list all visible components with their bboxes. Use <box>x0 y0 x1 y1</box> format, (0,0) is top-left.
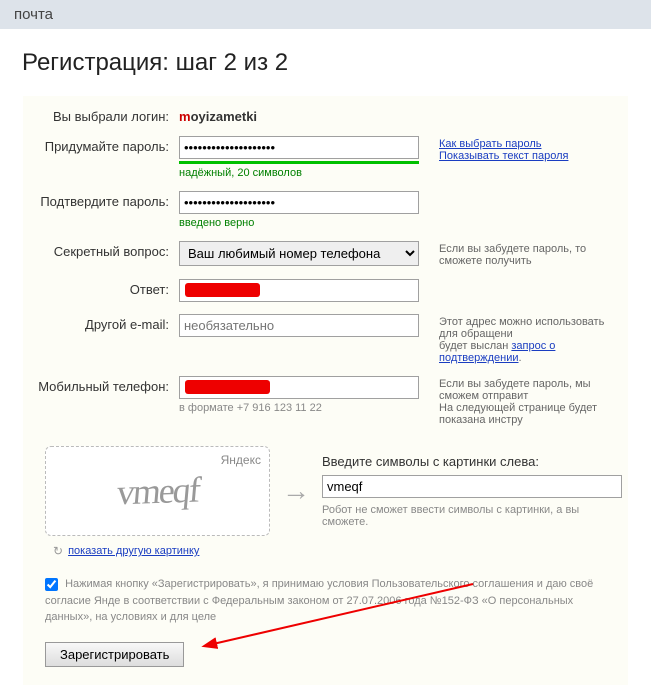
answer-redacted <box>185 283 260 297</box>
agreement-text: Нажимая кнопку «Зарегистрировать», я при… <box>45 578 593 623</box>
confirm-input[interactable] <box>179 191 419 214</box>
content: Регистрация: шаг 2 из 2 Вы выбрали логин… <box>0 29 651 696</box>
refresh-icon: ↻ <box>53 544 63 558</box>
phone-redacted <box>185 380 270 394</box>
login-row: Вы выбрали логин: moyizametki <box>23 106 628 124</box>
agreement-row: Нажимая кнопку «Зарегистрировать», я при… <box>23 568 628 626</box>
phone-row: Мобильный телефон: в формате +7 916 123 … <box>23 376 628 426</box>
password-label: Придумайте пароль: <box>29 136 179 154</box>
captcha-refresh-link[interactable]: показать другую картинку <box>68 545 199 557</box>
email-input[interactable] <box>179 314 419 337</box>
captcha-image: Яндекс vmeqf <box>45 446 270 536</box>
email-label: Другой e-mail: <box>29 314 179 332</box>
how-choose-password-link[interactable]: Как выбрать пароль <box>439 138 541 150</box>
captcha-input[interactable] <box>322 475 622 498</box>
show-password-link[interactable]: Показывать текст пароля <box>439 150 568 162</box>
question-row: Секретный вопрос: Ваш любимый номер теле… <box>23 241 628 267</box>
email-side-1: Этот адрес можно использовать для обраще… <box>439 316 604 340</box>
confirm-hint: введено верно <box>179 217 429 229</box>
arrow-right-icon: → <box>282 475 310 507</box>
registration-form: Вы выбрали логин: moyizametki Придумайте… <box>22 95 629 686</box>
top-bar: почта <box>0 0 651 29</box>
captcha-label: Введите символы с картинки слева: <box>322 454 622 469</box>
answer-label: Ответ: <box>29 279 179 297</box>
answer-row: Ответ: <box>23 279 628 302</box>
confirm-row: Подтвердите пароль: введено верно <box>23 191 628 229</box>
captcha-robot-text: Робот не сможет ввести символы с картинк… <box>322 504 622 528</box>
confirm-label: Подтвердите пароль: <box>29 191 179 209</box>
login-value: moyizametki <box>179 106 429 124</box>
question-side: Если вы забудете пароль, то сможете полу… <box>429 241 622 267</box>
topbar-label: почта <box>14 6 53 23</box>
email-side-2a: будет выслан <box>439 340 511 352</box>
email-row: Другой e-mail: Этот адрес можно использо… <box>23 314 628 364</box>
password-strength-bar <box>179 161 419 164</box>
agreement-checkbox[interactable] <box>45 578 58 591</box>
phone-side-2: На следующей странице будет показана инс… <box>439 402 597 426</box>
password-input[interactable] <box>179 136 419 159</box>
phone-label: Мобильный телефон: <box>29 376 179 394</box>
captcha-brand: Яндекс <box>221 453 261 467</box>
page-title: Регистрация: шаг 2 из 2 <box>22 49 629 77</box>
phone-side-1: Если вы забудете пароль, мы сможем отпра… <box>439 378 591 402</box>
password-hint: надёжный, 20 символов <box>179 167 429 179</box>
submit-row: Зарегистрировать <box>23 626 628 671</box>
question-label: Секретный вопрос: <box>29 241 179 259</box>
login-label: Вы выбрали логин: <box>29 106 179 124</box>
phone-hint: в формате +7 916 123 11 22 <box>179 402 429 414</box>
captcha-block: Яндекс vmeqf → Введите символы с картинк… <box>23 438 628 540</box>
question-select[interactable]: Ваш любимый номер телефона <box>179 241 419 266</box>
register-button[interactable]: Зарегистрировать <box>45 642 184 667</box>
captcha-refresh[interactable]: ↻ показать другую картинку <box>23 544 628 558</box>
password-row: Придумайте пароль: надёжный, 20 символов… <box>23 136 628 179</box>
